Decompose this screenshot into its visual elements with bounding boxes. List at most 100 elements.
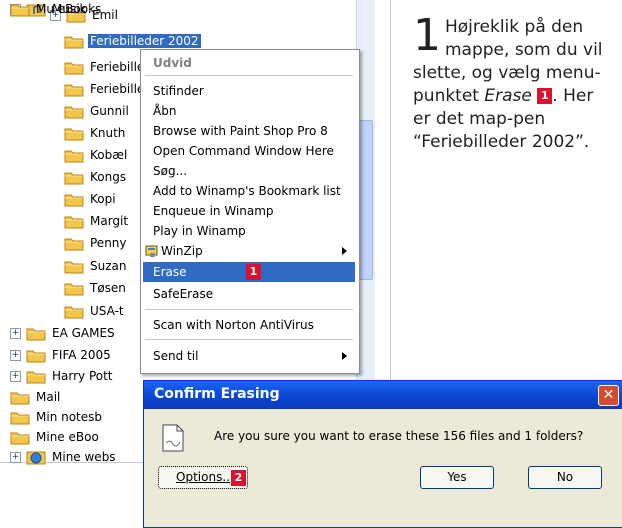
- menu-item-soeg[interactable]: Søg...: [153, 161, 357, 181]
- tree-item-label: Penny: [90, 236, 127, 250]
- tree-item-label: Mine eBoo: [36, 430, 99, 444]
- step-number: 1: [413, 10, 441, 61]
- tree-item[interactable]: + EA GAMES: [10, 324, 117, 342]
- menu-item-winamp-bookmark[interactable]: Add to Winamp's Bookmark list: [153, 181, 357, 201]
- dialog-message: Are you sure you want to erase these 156…: [214, 429, 584, 443]
- menu-item-aabn[interactable]: Åbn: [153, 101, 357, 121]
- menu-item-command-window[interactable]: Open Command Window Here: [153, 141, 357, 161]
- folder-icon: [64, 126, 84, 141]
- folder-icon: [26, 348, 46, 363]
- folder-icon: [64, 214, 84, 229]
- folder-icon: [64, 148, 84, 163]
- instruction-emphasis: Erase: [484, 86, 532, 106]
- menu-item-stifinder[interactable]: Stifinder: [153, 81, 357, 101]
- context-menu: Udvid Stifinder Åbn Browse with Paint Sh…: [140, 49, 360, 374]
- folder-icon: [64, 259, 84, 274]
- tree-item[interactable]: + FIFA 2005: [10, 346, 113, 364]
- tree-item[interactable]: + Mine webs: [10, 448, 118, 466]
- tree-item-label: Kongs: [90, 170, 127, 184]
- tree-item[interactable]: Mail: [10, 388, 62, 406]
- submenu-arrow-icon: [342, 247, 347, 255]
- tree-item-label: Knuth: [90, 126, 126, 140]
- tree-item-label: Gunnil: [90, 104, 129, 118]
- menu-item-winzip[interactable]: WinZip: [145, 241, 357, 261]
- menu-separator: [145, 75, 353, 76]
- folder-icon: [64, 34, 84, 49]
- expand-icon[interactable]: +: [10, 370, 21, 382]
- folder-icon: [64, 236, 84, 251]
- tree-item-label: EA GAMES: [52, 326, 115, 340]
- step-badge-1: 1: [246, 264, 261, 280]
- expand-icon[interactable]: +: [10, 327, 21, 339]
- tree-item-label: Mine webs: [52, 450, 116, 464]
- tree-item-label: Suzan: [90, 259, 127, 273]
- no-button[interactable]: No: [528, 466, 602, 489]
- tree-item[interactable]: Min notesb: [10, 408, 104, 426]
- tree-item-label: Tøsen: [90, 281, 126, 295]
- folder-icon: [64, 170, 84, 185]
- confirm-erasing-dialog: Confirm Erasing ✕ Are you sure you want …: [143, 380, 622, 528]
- tree-item-label: Min notesb: [36, 410, 103, 424]
- expand-icon[interactable]: +: [10, 349, 21, 361]
- tree-item-label: Kobæl: [90, 148, 128, 162]
- tree-item[interactable]: Mine eBoo: [10, 428, 101, 446]
- menu-item-udvid[interactable]: Udvid: [153, 53, 357, 73]
- folder-icon: [64, 281, 84, 296]
- tree-item-label: FIFA 2005: [52, 348, 111, 362]
- submenu-arrow-icon: [342, 352, 347, 360]
- folder-icon: [26, 326, 46, 341]
- folder-icon: [64, 104, 84, 119]
- expand-icon[interactable]: +: [10, 451, 21, 463]
- folder-icon: [64, 304, 84, 319]
- menu-item-winamp-play[interactable]: Play in Winamp: [153, 221, 357, 241]
- instruction-text: 1 Højreklik på den mappe, som du vil slet…: [413, 10, 613, 154]
- web-folder-icon: [26, 450, 46, 465]
- tree-item-label: Mail: [36, 390, 61, 404]
- tree-item[interactable]: + Harry Pott: [10, 367, 115, 385]
- file-icon: [160, 423, 186, 453]
- tree-item-label: Margit: [90, 214, 129, 228]
- tree-item[interactable]: Kopi: [64, 190, 118, 208]
- tree-item[interactable]: Knuth: [64, 124, 127, 142]
- menu-item-send-til-label: Send til: [153, 349, 199, 363]
- menu-item-erase-label: Erase: [153, 265, 187, 279]
- dialog-title-bar[interactable]: Confirm Erasing ✕: [144, 381, 622, 409]
- folder-icon: [64, 82, 84, 97]
- folder-icon: [26, 369, 46, 384]
- tree-item-label: Mu eBooks: [36, 2, 102, 16]
- tree-item[interactable]: USA-t: [64, 302, 126, 320]
- dialog-title: Confirm Erasing: [154, 386, 280, 402]
- folder-icon: [64, 192, 84, 207]
- menu-item-send-til[interactable]: Send til: [153, 346, 357, 366]
- tree-item[interactable]: Kobæl: [64, 146, 129, 164]
- tree-item-label: Feriebilleder 2002: [88, 34, 201, 48]
- menu-item-paint-shop-pro[interactable]: Browse with Paint Shop Pro 8: [153, 121, 357, 141]
- tree-item[interactable]: Tøsen: [64, 279, 128, 297]
- options-button[interactable]: Options.. 2: [158, 466, 248, 489]
- tree-item[interactable]: Suzan: [64, 257, 128, 275]
- folder-icon: [64, 60, 84, 75]
- folder-icon: [10, 2, 30, 17]
- options-label: Options..: [176, 470, 230, 484]
- menu-item-winzip-label: WinZip: [161, 244, 203, 258]
- menu-item-erase[interactable]: Erase 1: [143, 262, 355, 282]
- yes-button[interactable]: Yes: [420, 466, 494, 489]
- folder-icon: [10, 430, 30, 445]
- folder-icon: [10, 410, 30, 425]
- menu-separator: [145, 339, 353, 340]
- tree-item[interactable]: Kongs: [64, 168, 128, 186]
- tree-item-label: Harry Pott: [52, 369, 113, 383]
- menu-separator: [145, 309, 353, 310]
- winzip-icon: [145, 244, 159, 258]
- tree-item[interactable]: Feriebilleder 2002: [64, 32, 201, 50]
- tree-item-label: Kopi: [90, 192, 116, 206]
- menu-item-winamp-enqueue[interactable]: Enqueue in Winamp: [153, 201, 357, 221]
- tree-item[interactable]: Penny: [64, 234, 129, 252]
- menu-item-norton-scan[interactable]: Scan with Norton AntiVirus: [153, 315, 357, 335]
- tree-item[interactable]: Mu eBooks: [10, 0, 103, 18]
- tree-item-label: USA-t: [90, 304, 124, 318]
- tree-item[interactable]: Margit: [64, 212, 130, 230]
- close-button[interactable]: ✕: [598, 385, 619, 406]
- menu-item-safeerase[interactable]: SafeErase: [153, 284, 357, 304]
- tree-item[interactable]: Gunnil: [64, 102, 131, 120]
